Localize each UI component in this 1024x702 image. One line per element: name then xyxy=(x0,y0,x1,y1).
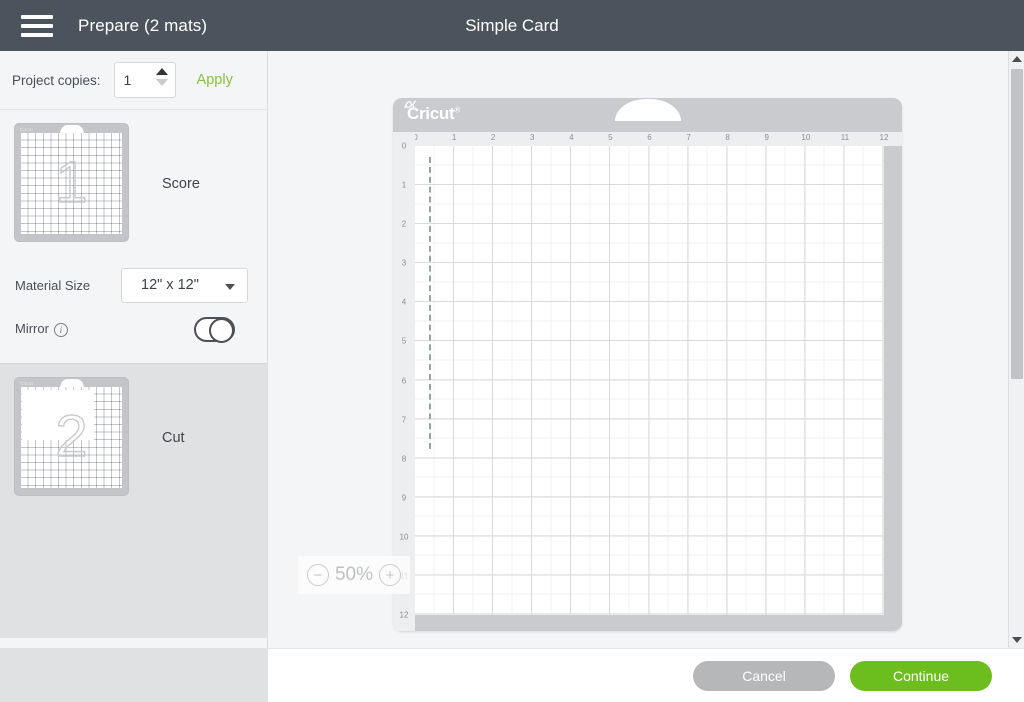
cancel-button[interactable]: Cancel xyxy=(693,660,835,691)
mat-caption-1: Score xyxy=(162,176,200,192)
hamburger-bar xyxy=(21,32,53,37)
ruler-left-tick: 7 xyxy=(401,415,407,425)
cricut-logo: Cricut® xyxy=(407,104,460,124)
ruler-top-tick: 1 xyxy=(451,133,457,142)
mat-grid-area[interactable] xyxy=(415,146,884,615)
ruler-top-tick: 12 xyxy=(879,133,889,142)
scroll-down-arrow-icon[interactable] xyxy=(1009,632,1024,648)
mat-thumbnail-2[interactable]: Cricut 2 xyxy=(15,378,128,495)
mat-gridlines xyxy=(415,146,883,615)
ruler-left-tick: 5 xyxy=(401,336,407,346)
scrollbar-thumb[interactable] xyxy=(1011,69,1023,379)
ruler-left-tick: 3 xyxy=(401,258,407,268)
zoom-control[interactable]: − 50% + xyxy=(298,556,410,594)
ruler-top-tick: 10 xyxy=(801,133,811,142)
ruler-left-tick: 4 xyxy=(401,297,407,307)
score-line[interactable] xyxy=(429,157,431,449)
project-copies-input[interactable] xyxy=(114,72,151,88)
material-size-label: Material Size xyxy=(15,277,91,293)
mat-thumbnail-1[interactable]: Cricut 1 xyxy=(15,124,128,241)
mirror-row: Mirror i xyxy=(15,307,267,351)
ruler-top-tick: 2 xyxy=(490,133,496,142)
ruler-top: 0 1 2 3 4 5 6 7 8 9 10 11 12 xyxy=(393,132,902,146)
ruler-left-tick: 8 xyxy=(401,454,407,464)
continue-button[interactable]: Continue xyxy=(850,660,992,691)
apply-button[interactable]: Apply xyxy=(197,72,233,88)
cricut-logo-tm: ® xyxy=(454,105,460,115)
info-icon[interactable]: i xyxy=(53,323,68,337)
stepper-decrement-icon[interactable] xyxy=(155,79,168,86)
material-size-row: Material Size 12" x 12" xyxy=(15,263,267,307)
ruler-top-tick: 7 xyxy=(686,133,691,142)
top-bar: Prepare (2 mats) Simple Card xyxy=(0,0,1024,51)
footer-sidebar-fill xyxy=(0,648,268,702)
material-size-value: 12" x 12" xyxy=(141,277,199,293)
mat-thumb-number-2: 2 xyxy=(55,403,89,469)
ruler-left-tick: 1 xyxy=(401,180,407,190)
mat-tab xyxy=(614,99,681,121)
mat-preview[interactable]: Cricut® 0123456789101112 012345678910111… xyxy=(393,98,902,631)
stepper-increment-icon[interactable] xyxy=(155,68,168,75)
mat-options-1: Material Size 12" x 12" Mirror i xyxy=(0,241,267,351)
mat-thumb-number-1: 1 xyxy=(55,149,89,215)
ruler-left-tick: 10 xyxy=(399,532,409,542)
zoom-in-button[interactable]: + xyxy=(379,564,402,586)
project-copies-stepper[interactable] xyxy=(113,62,176,98)
zoom-out-button[interactable]: − xyxy=(306,564,329,586)
vertical-scrollbar[interactable] xyxy=(1008,51,1024,648)
stepper-arrows xyxy=(155,68,168,86)
sidebar: Project copies: Apply Cricut 1 Score xyxy=(0,51,268,702)
hamburger-bar xyxy=(21,23,53,28)
ruler-left-tick: 2 xyxy=(401,219,407,229)
zoom-level-value: 50% xyxy=(334,564,374,585)
prepare-title: Prepare (2 mats) xyxy=(78,15,208,35)
app-root: Prepare (2 mats) Simple Card Project cop… xyxy=(0,0,1024,702)
footer-bar: Cancel Continue xyxy=(268,648,1024,702)
chevron-down-icon xyxy=(225,283,235,290)
ruler-left-tick: 6 xyxy=(401,376,407,385)
mat-section-1[interactable]: Cricut 1 Score Material Size 12" x 12" M… xyxy=(0,110,267,363)
mirror-toggle[interactable] xyxy=(194,316,235,343)
ruler-top-tick: 3 xyxy=(530,133,535,142)
ruler-left-tick: 9 xyxy=(401,493,407,503)
mat-bottom-edge xyxy=(393,615,902,631)
ruler-top-tick: 8 xyxy=(725,133,730,142)
mirror-toggle-knob xyxy=(209,317,234,343)
mirror-label: Mirror xyxy=(15,321,49,336)
mat-section-2[interactable]: Cricut 2 Cut xyxy=(0,364,267,638)
scroll-up-arrow-icon[interactable] xyxy=(1009,51,1024,67)
mirror-label-wrap: Mirror i xyxy=(15,321,121,337)
mat-canvas[interactable]: Cricut® 0123456789101112 012345678910111… xyxy=(268,51,1009,648)
material-size-select[interactable]: 12" x 12" xyxy=(121,267,248,303)
mat-header: Cricut® xyxy=(393,98,902,132)
mat-caption-2: Cut xyxy=(162,430,185,446)
project-title: Simple Card xyxy=(465,15,559,35)
ruler-top-tick: 9 xyxy=(764,133,769,142)
cricut-logo-text: Cricut xyxy=(407,104,455,123)
ruler-top-tick: 11 xyxy=(840,133,850,142)
hamburger-menu-icon[interactable] xyxy=(21,14,53,37)
project-copies-row: Project copies: Apply xyxy=(0,51,267,110)
ruler-left-tick: 0 xyxy=(401,141,407,151)
ruler-top-tick: 5 xyxy=(608,133,613,142)
ruler-top-tick: 6 xyxy=(647,133,652,142)
hamburger-bar xyxy=(21,14,53,19)
project-copies-label: Project copies: xyxy=(12,72,101,88)
ruler-top-tick: 4 xyxy=(569,133,574,142)
